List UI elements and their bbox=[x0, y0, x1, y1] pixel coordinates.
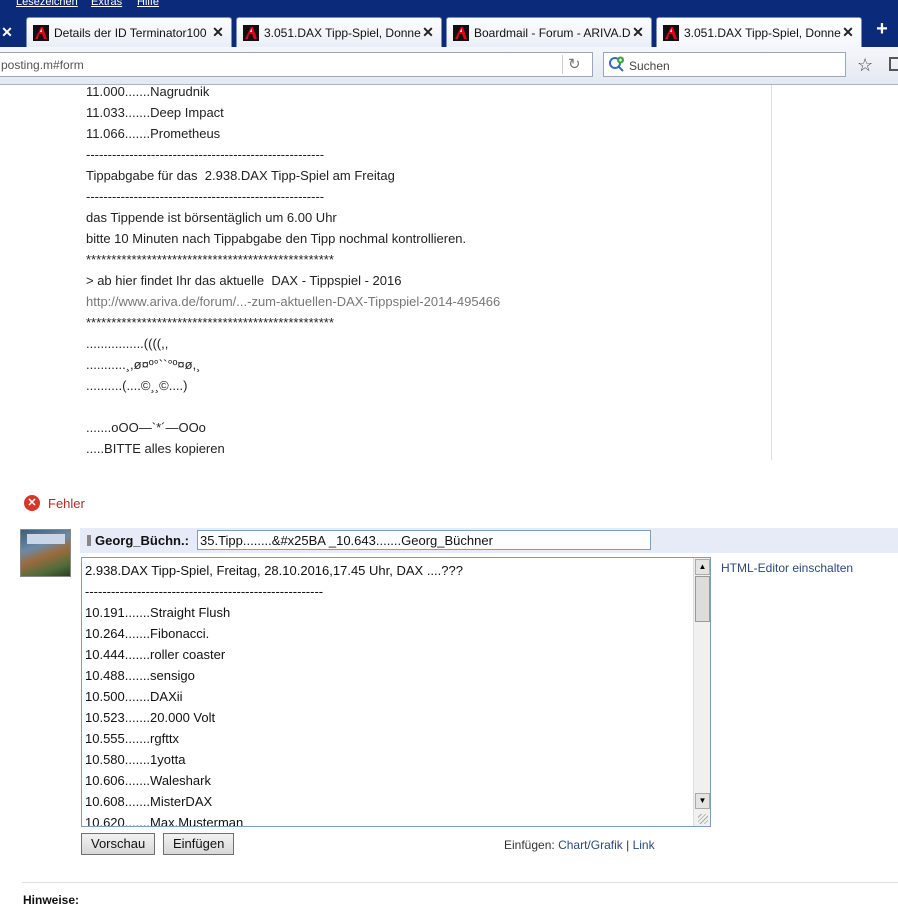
tab-details-id[interactable]: Details der ID Terminator100 ... ✕ bbox=[26, 17, 232, 47]
textarea-line: 10.488.......sensigo bbox=[85, 668, 195, 683]
tab-title: 3.051.DAX Tipp-Spiel, Donner... bbox=[264, 25, 421, 40]
post-line: > ab hier findet Ihr das aktuelle DAX - … bbox=[86, 273, 402, 288]
post-link[interactable]: http://www.ariva.de/forum/...-zum-aktuel… bbox=[86, 291, 776, 312]
textarea-line: 10.523.......20.000 Volt bbox=[85, 710, 216, 725]
post-line: ----------------------------------------… bbox=[86, 147, 325, 162]
textarea-line: 10.620.......Max.Musterman bbox=[85, 815, 244, 827]
user-marker-icon bbox=[87, 535, 91, 546]
title-row: Georg_Büchn.: bbox=[80, 528, 898, 553]
post-line: ****************************************… bbox=[86, 252, 334, 267]
new-tab-button[interactable]: + bbox=[870, 14, 894, 44]
close-tab-icon[interactable]: ✕ bbox=[0, 17, 14, 47]
textarea-content: 2.938.DAX Tipp-Spiel, Freitag, 28.10.201… bbox=[85, 560, 463, 827]
textarea-line: 10.500.......DAXii bbox=[85, 689, 183, 704]
textarea-line: 2.938.DAX Tipp-Spiel, Freitag, 28.10.201… bbox=[85, 563, 463, 578]
post-line: .......oOO—`*´—OOo bbox=[86, 420, 206, 435]
textarea-line: 10.580.......1yotta bbox=[85, 752, 186, 767]
textarea-line: 10.444.......roller coaster bbox=[85, 647, 226, 662]
post-line bbox=[86, 396, 776, 417]
post-content: 11.000.......Nagrudnik 11.033.......Deep… bbox=[86, 81, 776, 459]
post-title-input[interactable] bbox=[197, 530, 651, 550]
insert-label: Einfügen: bbox=[504, 838, 555, 852]
ariva-logo-icon bbox=[453, 24, 469, 41]
tab-title: Details der ID Terminator100 ... bbox=[54, 25, 211, 40]
chart-grafik-link[interactable]: Chart/Grafik bbox=[558, 838, 623, 852]
scroll-thumb[interactable] bbox=[695, 576, 710, 622]
reload-icon[interactable]: ↻ bbox=[568, 55, 581, 73]
ariva-logo-icon bbox=[33, 24, 49, 41]
textarea-line: 10.606.......Waleshark bbox=[85, 773, 211, 788]
tab-dax-tipp-1[interactable]: 3.051.DAX Tipp-Spiel, Donner... ✕ bbox=[236, 17, 442, 47]
close-tab-icon[interactable]: ✕ bbox=[841, 24, 855, 41]
post-line: .....BITTE alles kopieren bbox=[86, 441, 225, 456]
textarea-line: 10.608.......MisterDAX bbox=[85, 794, 213, 809]
post-line: ..........(....©¸¸©....) bbox=[86, 378, 188, 393]
bookmark-star-icon[interactable]: ☆ bbox=[857, 55, 873, 76]
textarea-line: 10.555.......rgfttx bbox=[85, 731, 179, 746]
post-line: ...........¸,ø¤º°``°º¤ø,¸ bbox=[86, 357, 201, 372]
tab-title: 3.051.DAX Tipp-Spiel, Donner... bbox=[684, 25, 841, 40]
close-tab-icon[interactable]: ✕ bbox=[421, 24, 435, 41]
textarea-line: ----------------------------------------… bbox=[85, 584, 324, 599]
menu-bookmarks[interactable]: Lesezeichen bbox=[16, 0, 78, 8]
library-icon[interactable] bbox=[889, 57, 898, 71]
avatar[interactable] bbox=[20, 529, 71, 577]
content-divider bbox=[771, 85, 772, 460]
menu-extras[interactable]: Extras bbox=[91, 0, 122, 8]
resize-grip-icon[interactable] bbox=[698, 814, 708, 824]
post-line: das Tippende ist börsentäglich um 6.00 U… bbox=[86, 210, 337, 225]
post-line: ................((((,, bbox=[86, 336, 169, 351]
post-line: bitte 10 Minuten nach Tippabgabe den Tip… bbox=[86, 231, 467, 246]
insert-link-link[interactable]: Link bbox=[633, 838, 655, 852]
html-editor-toggle[interactable]: HTML-Editor einschalten bbox=[721, 561, 853, 575]
post-line: 11.033.......Deep Impact bbox=[86, 105, 224, 120]
textarea-scrollbar[interactable]: ▲ ▼ bbox=[693, 558, 710, 826]
ariva-logo-icon bbox=[243, 24, 259, 41]
post-line: 11.066.......Prometheus bbox=[86, 126, 221, 141]
scroll-down-icon[interactable]: ▼ bbox=[695, 793, 710, 809]
scroll-up-icon[interactable]: ▲ bbox=[695, 559, 710, 575]
search-placeholder: Suchen bbox=[629, 59, 670, 73]
post-line: ****************************************… bbox=[86, 315, 334, 330]
post-line: ----------------------------------------… bbox=[86, 189, 325, 204]
search-bar[interactable]: Suchen bbox=[603, 52, 846, 77]
menu-bar: Lesezeichen Extras Hilfe bbox=[0, 0, 898, 14]
url-text: posting.m#form bbox=[1, 58, 84, 72]
close-tab-icon[interactable]: ✕ bbox=[631, 24, 645, 41]
tab-title: Boardmail - Forum - ARIVA.DE bbox=[474, 25, 631, 40]
textarea-line: 10.264.......Fibonacci. bbox=[85, 626, 210, 641]
post-body-textarea[interactable]: 2.938.DAX Tipp-Spiel, Freitag, 28.10.201… bbox=[81, 557, 711, 827]
divider bbox=[22, 882, 898, 883]
tab-boardmail[interactable]: Boardmail - Forum - ARIVA.DE ✕ bbox=[446, 17, 652, 47]
search-engine-icon[interactable] bbox=[608, 56, 625, 76]
post-line: 11.000.......Nagrudnik bbox=[86, 84, 210, 99]
close-tab-icon[interactable]: ✕ bbox=[211, 24, 225, 41]
preview-button[interactable]: Vorschau bbox=[81, 833, 156, 855]
menu-help[interactable]: Hilfe bbox=[137, 0, 159, 8]
textarea-line: 10.191.......Straight Flush bbox=[85, 605, 231, 620]
insert-links: Einfügen: Chart/Grafik | Link bbox=[504, 838, 655, 852]
error-message: ✕ Fehler bbox=[24, 495, 85, 511]
url-bar[interactable]: posting.m#form ↻ bbox=[0, 52, 593, 77]
url-separator bbox=[562, 55, 563, 74]
nav-bar: posting.m#form ↻ Suchen ☆ bbox=[0, 47, 898, 85]
ariva-logo-icon bbox=[663, 24, 679, 41]
post-line: Tippabgabe für das 2.938.DAX Tipp-Spiel … bbox=[86, 168, 395, 183]
tab-dax-tipp-2[interactable]: 3.051.DAX Tipp-Spiel, Donner... ✕ bbox=[656, 17, 862, 47]
link-separator: | bbox=[626, 838, 630, 852]
avatar-sign bbox=[27, 534, 65, 544]
error-label: Fehler bbox=[48, 495, 85, 511]
hints-heading: Hinweise: bbox=[23, 893, 80, 906]
error-icon: ✕ bbox=[24, 495, 40, 511]
username-label: Georg_Büchn.: bbox=[95, 533, 189, 548]
insert-button[interactable]: Einfügen bbox=[163, 833, 235, 855]
